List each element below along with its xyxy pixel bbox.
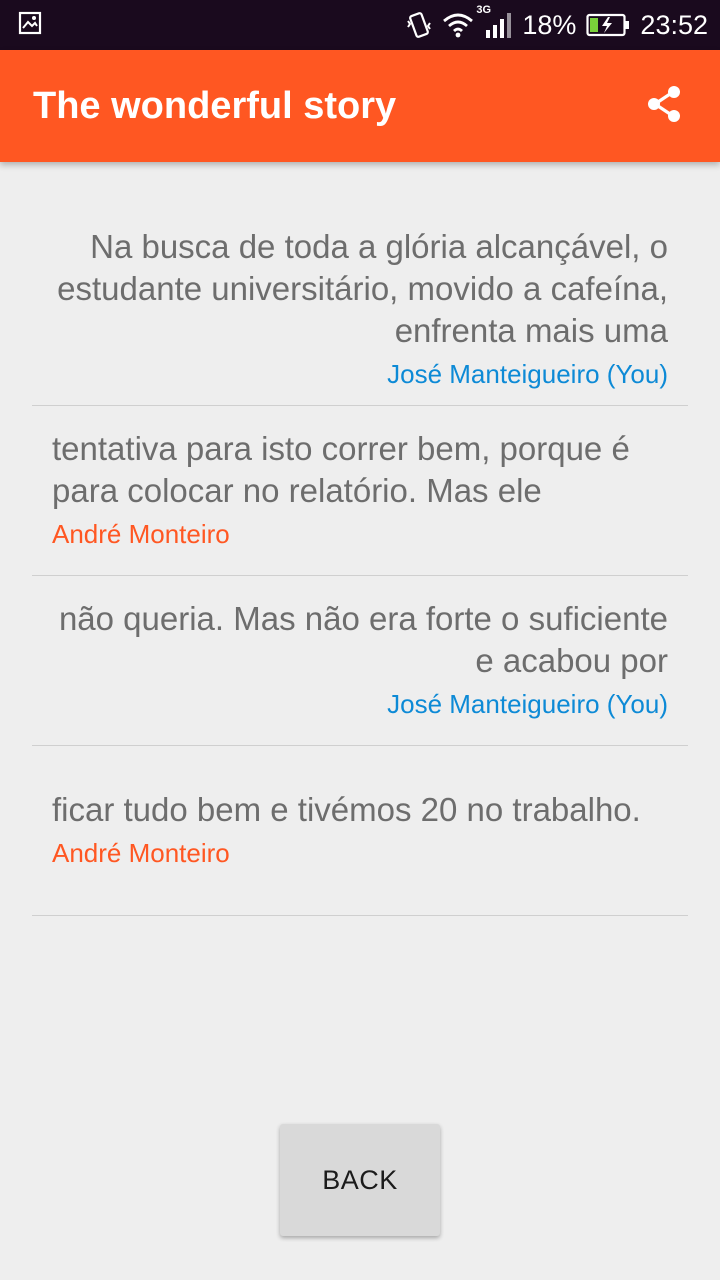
signal-icon: 3G [476,4,512,38]
clock: 23:52 [640,9,708,40]
story-entry: ficar tudo bem e tivémos 20 no trabalho.… [32,746,688,916]
wifi-icon [442,12,474,38]
story-entry-text: não queria. Mas não era forte o suficien… [58,599,668,679]
gallery-icon [18,11,42,40]
story-entry-text: tentativa para isto correr bem, porque é… [52,429,630,509]
story-entry: Na busca de toda a glória alcançável, o … [32,162,688,406]
app-bar: The wonderful story [0,50,720,162]
story-entry-text: Na busca de toda a glória alcançável, o … [57,228,668,349]
story-entry-author: José Manteigueiro (You) [387,359,668,389]
battery-charging-icon [586,13,630,37]
story-entry-text: ficar tudo bem e tivémos 20 no trabalho. [52,790,641,828]
story-entry-author: André Monteiro [52,518,230,549]
story-list: Na busca de toda a glória alcançável, o … [32,162,688,916]
share-button[interactable] [642,84,686,128]
story-entry: tentativa para isto correr bem, porque é… [32,406,688,576]
network-type: 3G [476,4,492,16]
story-entry-author: José Manteigueiro (You) [387,688,668,719]
story-entry-author: André Monteiro [52,837,230,868]
share-icon [644,84,684,129]
status-bar: 3G 18% 23:52 [0,0,720,50]
page-title: The wonderful story [33,84,397,127]
battery-percent: 18% [522,9,577,40]
vibrate-icon [406,11,432,39]
back-button[interactable]: BACK [280,1124,440,1236]
story-entry: não queria. Mas não era forte o suficien… [32,576,688,746]
